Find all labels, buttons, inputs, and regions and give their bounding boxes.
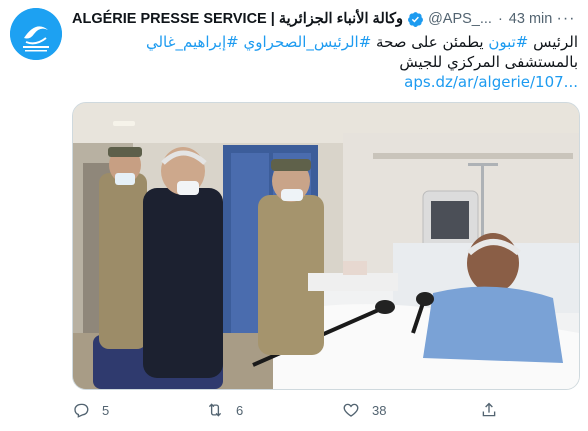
share-icon xyxy=(482,402,496,417)
text-segment: الرئيس xyxy=(528,33,578,51)
aps-logo-icon xyxy=(10,8,62,60)
action-bar: 5 6 38 xyxy=(72,400,578,420)
tweet-link[interactable]: aps.dz/ar/algerie/107... xyxy=(404,73,578,91)
hashtag-brahim-ghali[interactable]: #إبراهيم_غالي xyxy=(146,33,239,51)
tweet[interactable]: ALGÉRIE PRESSE SERVICE | وكالة الأنباء ا… xyxy=(0,0,588,431)
retweet-button[interactable]: 6 xyxy=(206,400,243,420)
hashtag-sahrawi-president[interactable]: #الرئيس_الصحراوي xyxy=(244,33,372,51)
separator-dot: · xyxy=(497,11,503,27)
tweet-photo[interactable] xyxy=(72,102,580,390)
share-button[interactable] xyxy=(480,400,510,420)
photo-hospital-scene xyxy=(73,103,579,389)
tweet-time[interactable]: 43 min xyxy=(509,11,553,27)
tweet-text: الرئيس #تبون يطمئن على صحة #الرئيس_الصحر… xyxy=(72,32,578,92)
reply-button[interactable]: 5 xyxy=(72,400,109,420)
heart-icon xyxy=(343,403,359,417)
author-handle[interactable]: @APS_... xyxy=(428,11,492,27)
reply-count: 5 xyxy=(102,402,110,418)
retweet-count: 6 xyxy=(236,402,244,418)
reply-icon xyxy=(74,403,89,418)
text-segment: يطمئن على صحة xyxy=(371,33,489,51)
hashtag-tebboune[interactable]: #تبون xyxy=(488,33,528,51)
verified-badge-icon xyxy=(407,11,424,28)
tweet-text-line-1: الرئيس #تبون يطمئن على صحة #الرئيس_الصحر… xyxy=(72,32,578,52)
tweet-header: ALGÉRIE PRESSE SERVICE | وكالة الأنباء ا… xyxy=(72,9,578,29)
like-button[interactable]: 38 xyxy=(342,400,386,420)
author-name[interactable]: ALGÉRIE PRESSE SERVICE | وكالة الأنباء ا… xyxy=(72,11,403,27)
like-count: 38 xyxy=(372,402,387,418)
tweet-text-line-2: بالمستشفى المركزي للجيش xyxy=(399,53,578,71)
retweet-icon xyxy=(208,403,222,417)
avatar[interactable] xyxy=(10,8,62,60)
more-options-icon[interactable]: ··· xyxy=(556,9,576,29)
